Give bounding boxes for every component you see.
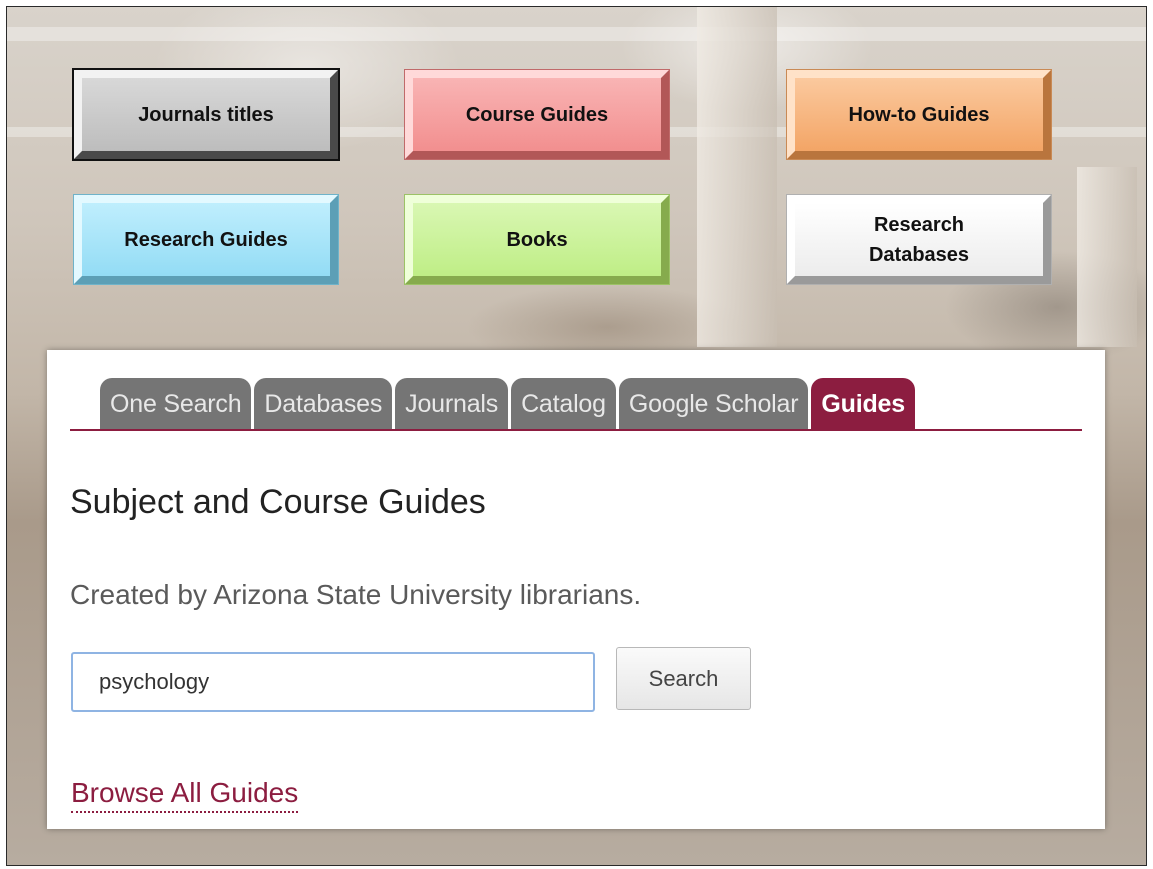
tab-google-scholar[interactable]: Google Scholar — [618, 378, 809, 429]
panel-heading: Subject and Course Guides — [70, 483, 486, 521]
search-panel: One Search Databases Journals Catalog Go… — [47, 350, 1105, 829]
how-to-guides-button[interactable]: How-to Guides — [786, 69, 1052, 160]
tab-databases[interactable]: Databases — [254, 378, 393, 429]
course-guides-button[interactable]: Course Guides — [404, 69, 670, 160]
course-guides-label: Course Guides — [465, 103, 609, 126]
search-button[interactable]: Search — [616, 647, 751, 710]
books-button[interactable]: Books — [404, 194, 670, 285]
research-guides-button[interactable]: Research Guides — [73, 194, 339, 285]
panel-subtext: Created by Arizona State University libr… — [70, 579, 642, 610]
search-tabs: One Search Databases Journals Catalog Go… — [100, 378, 915, 429]
journals-titles-button[interactable]: Journals titles — [72, 68, 340, 161]
research-databases-label: Research Databases — [868, 213, 970, 266]
tab-catalog[interactable]: Catalog — [511, 378, 616, 429]
tab-guides[interactable]: Guides — [811, 378, 915, 429]
guides-search-input[interactable] — [71, 652, 595, 712]
pillar — [1077, 167, 1137, 347]
how-to-guides-label: How-to Guides — [848, 103, 990, 126]
pillar — [697, 7, 777, 347]
books-label: Books — [506, 228, 568, 251]
tab-one-search[interactable]: One Search — [100, 378, 252, 429]
ceiling-beam — [7, 27, 1146, 41]
journals-titles-label: Journals titles — [138, 103, 274, 126]
tab-divider — [70, 429, 1082, 431]
research-databases-button[interactable]: Research Databases — [786, 194, 1052, 285]
background-photo: Journals titles Course Guides How-to Gui… — [6, 6, 1147, 866]
research-guides-label: Research Guides — [124, 228, 288, 251]
browse-all-guides-link[interactable]: Browse All Guides — [71, 777, 299, 813]
tab-journals[interactable]: Journals — [395, 378, 509, 429]
